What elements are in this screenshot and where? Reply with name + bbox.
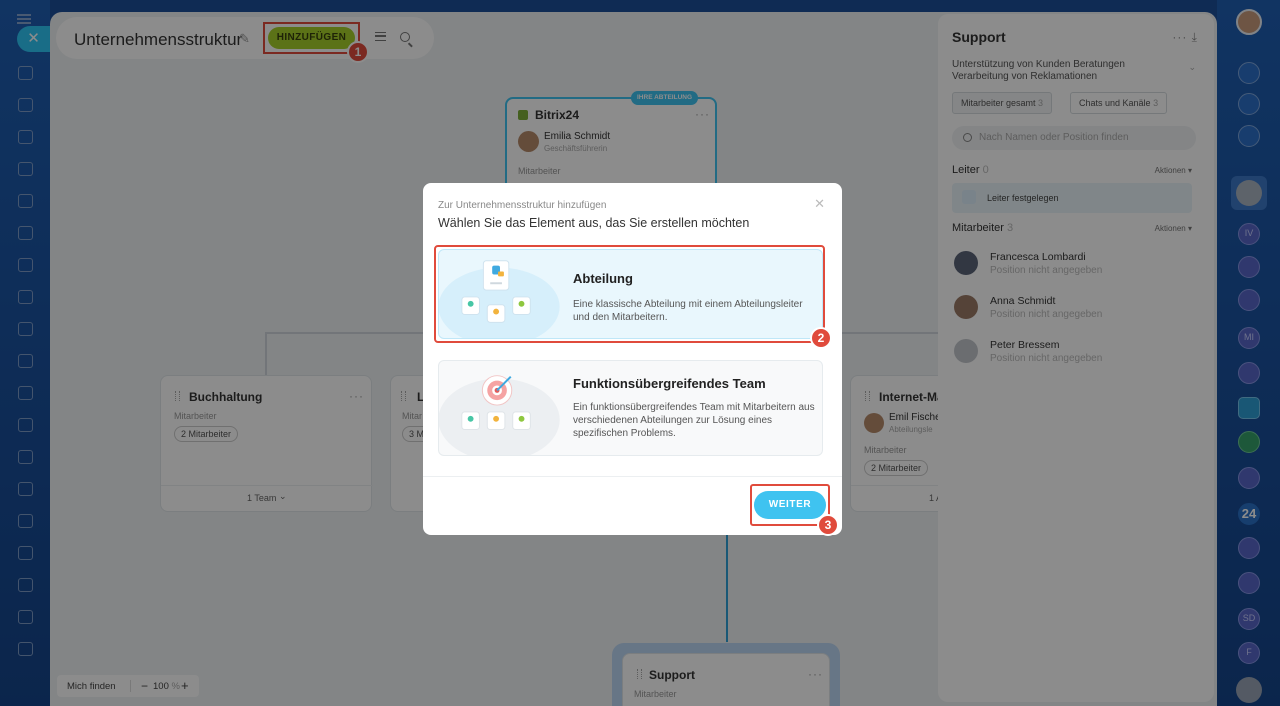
step-badge-3: 3 (817, 514, 839, 536)
option-description: Ein funktionsübergreifendes Team mit Mit… (573, 402, 815, 439)
add-element-dialog: Zur Unternehmensstruktur hinzufügen Wähl… (423, 183, 842, 535)
dialog-title: Wählen Sie das Element aus, das Sie erst… (438, 216, 750, 230)
option-title: Funktionsübergreifendes Team (573, 376, 766, 391)
dialog-subtitle: Zur Unternehmensstruktur hinzufügen (438, 200, 607, 211)
option-cross-functional-team[interactable]: Funktionsübergreifendes Team Ein funktio… (438, 360, 823, 456)
close-icon[interactable]: ✕ (814, 196, 825, 212)
team-illustration-icon (439, 375, 560, 455)
divider (423, 476, 842, 477)
annotation-frame (434, 245, 825, 343)
step-badge-2: 2 (810, 327, 832, 349)
